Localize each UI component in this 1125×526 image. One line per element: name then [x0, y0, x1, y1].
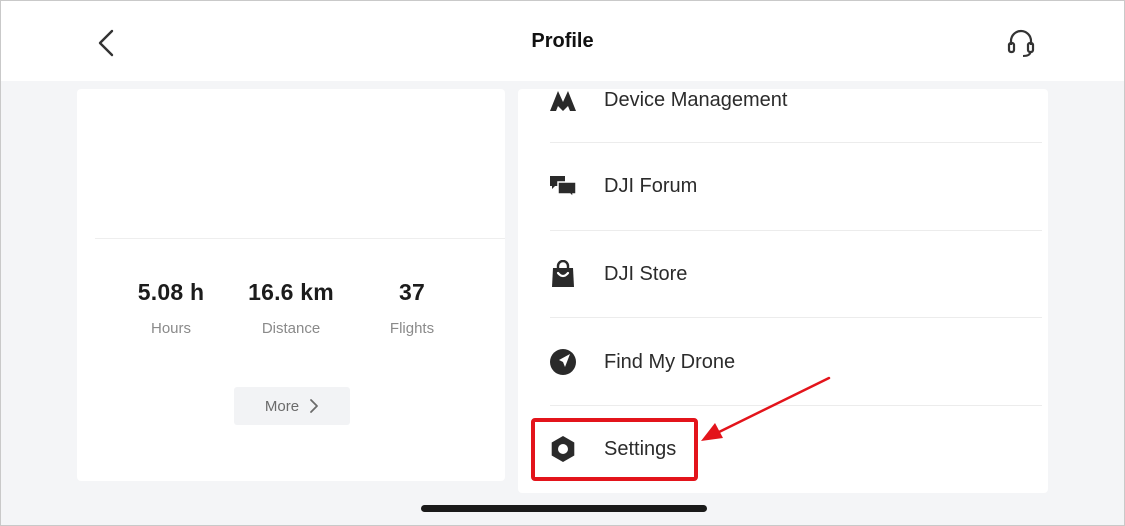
page-title: Profile: [531, 30, 594, 52]
chat-bubbles-icon: [548, 171, 578, 201]
stat-distance-value: 16.6 km: [248, 279, 334, 305]
drone-arrow-icon: [548, 85, 578, 115]
more-button[interactable]: More: [234, 387, 350, 425]
menu-item-label: DJI Store: [604, 262, 688, 285]
more-button-label: More: [264, 397, 300, 415]
annotation-arrow-icon: [701, 376, 831, 441]
menu-item-label: DJI Forum: [604, 174, 698, 197]
stat-hours-label: Hours: [150, 320, 191, 337]
stats-divider: [95, 238, 505, 239]
shopping-bag-icon: [548, 259, 578, 289]
locate-icon: [548, 347, 578, 377]
stat-distance: 16.6 km Distance: [231, 279, 351, 337]
menu-item-label: Device Management: [604, 88, 788, 111]
stat-flights-label: Flights: [389, 320, 435, 337]
stat-hours-value: 5.08 h: [137, 279, 205, 305]
stat-distance-label: Distance: [261, 320, 321, 337]
menu-item-dji-store[interactable]: DJI Store: [548, 230, 1042, 318]
menu-item-device-management[interactable]: Device Management: [548, 56, 1042, 144]
chevron-right-icon: [310, 399, 318, 413]
app-frame: Profile 5.08 h Hours 16.6 km Distance 37…: [0, 0, 1125, 526]
menu-item-dji-forum[interactable]: DJI Forum: [548, 142, 1042, 230]
settings-highlight-box: [531, 418, 698, 481]
stat-flights: 37 Flights: [352, 279, 472, 337]
headset-icon: [1007, 29, 1035, 57]
home-indicator[interactable]: [421, 505, 707, 512]
flight-stats-card: 5.08 h Hours 16.6 km Distance 37 Flights…: [77, 89, 505, 481]
stat-hours: 5.08 h Hours: [111, 279, 231, 337]
stat-flights-value: 37: [399, 279, 425, 305]
